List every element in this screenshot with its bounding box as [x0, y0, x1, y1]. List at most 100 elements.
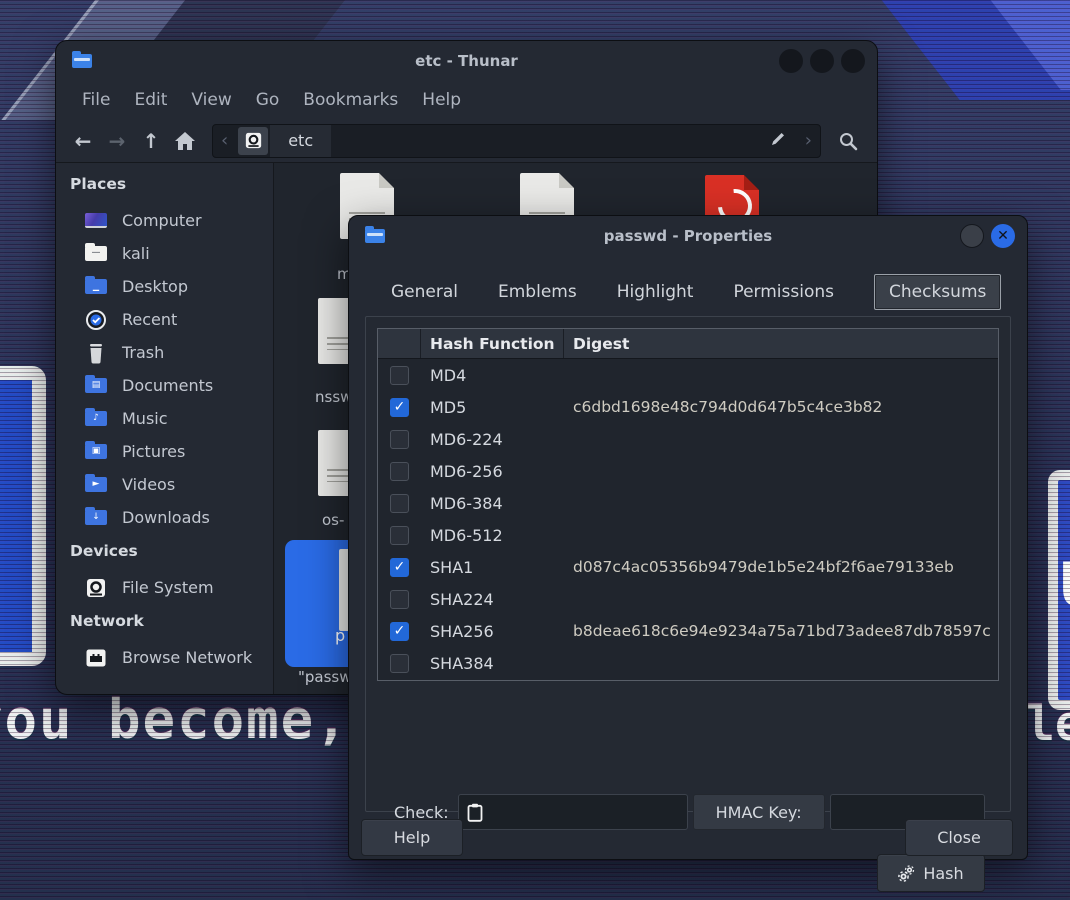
thunar-titlebar[interactable]: etc - Thunar — [56, 41, 877, 81]
window-title: etc - Thunar — [56, 52, 877, 70]
videos-folder-icon: ► — [85, 477, 107, 492]
hash-function-name: MD4 — [421, 366, 564, 385]
file-label[interactable]: nssw — [315, 388, 352, 406]
menu-file[interactable]: File — [82, 90, 110, 110]
maximize-button[interactable] — [810, 49, 834, 73]
hash-function-name: MD6-384 — [421, 494, 564, 513]
help-button[interactable]: Help — [361, 819, 463, 856]
tab-permissions[interactable]: Permissions — [733, 275, 834, 309]
properties-dialog: passwd - Properties ✕ General Emblems High… — [348, 215, 1028, 860]
hash-row-md6-256[interactable]: MD6-256 — [378, 455, 998, 487]
hash-row-md4[interactable]: MD4 — [378, 359, 998, 391]
sidebar-item-file-system[interactable]: File System — [70, 571, 273, 604]
hash-row-md6-512[interactable]: MD6-512 — [378, 519, 998, 551]
close-button[interactable]: Close — [905, 819, 1013, 856]
chevron-left-icon[interactable]: ‹ — [213, 130, 236, 151]
hash-checkbox-sha224[interactable] — [390, 590, 409, 609]
back-button[interactable]: ← — [68, 126, 98, 156]
forward-button[interactable]: → — [102, 126, 132, 156]
menu-go[interactable]: Go — [256, 90, 280, 110]
tab-emblems[interactable]: Emblems — [498, 275, 577, 309]
hash-digest-value: d087c4ac05356b9479de1b5e24bf2f6ae79133eb — [564, 558, 998, 576]
sidebar-header-network: Network — [70, 612, 273, 636]
check-input[interactable] — [458, 794, 688, 830]
sidebar-header-devices: Devices — [70, 542, 273, 566]
sidebar-item-kali[interactable]: —kali — [70, 237, 273, 270]
hash-digest-value: c6dbd1698e48c794d0d647b5c4ce3b82 — [564, 398, 998, 416]
hash-row-md5[interactable]: ✓MD5c6dbd1698e48c794d0d647b5c4ce3b82 — [378, 391, 998, 423]
hash-row-sha1[interactable]: ✓SHA1d087c4ac05356b9479de1b5e24bf2f6ae79… — [378, 551, 998, 583]
checkbox-column-header — [378, 329, 421, 358]
hash-checkbox-md6-512[interactable] — [390, 526, 409, 545]
hash-table[interactable]: Hash Function Digest MD4 ✓MD5c6dbd1698e48… — [377, 328, 999, 681]
dialog-titlebar[interactable]: passwd - Properties ✕ — [349, 216, 1027, 256]
hash-function-name: MD6-224 — [421, 430, 564, 449]
hash-row-md6-384[interactable]: MD6-384 — [378, 487, 998, 519]
hash-checkbox-sha256[interactable]: ✓ — [390, 622, 409, 641]
hash-row-sha224[interactable]: SHA224 — [378, 583, 998, 615]
music-folder-icon: ♪ — [85, 411, 107, 426]
hash-button[interactable]: Hash — [877, 854, 985, 892]
sidebar-item-label: Downloads — [122, 508, 210, 527]
trash-icon — [86, 342, 106, 364]
hash-checkbox-md4[interactable] — [390, 366, 409, 385]
sidebar-item-browse-network[interactable]: Browse Network — [70, 641, 273, 674]
hash-checkbox-sha1[interactable]: ✓ — [390, 558, 409, 577]
recent-clock-icon — [85, 309, 107, 331]
sidebar-item-label: kali — [122, 244, 150, 263]
sidebar-item-videos[interactable]: ►Videos — [70, 468, 273, 501]
hash-checkbox-md5[interactable]: ✓ — [390, 398, 409, 417]
menu-view[interactable]: View — [191, 90, 231, 110]
hash-function-name: MD6-512 — [421, 526, 564, 545]
network-icon — [86, 649, 106, 667]
up-button[interactable]: ↑ — [136, 126, 166, 156]
hash-row-md6-224[interactable]: MD6-224 — [378, 423, 998, 455]
close-button[interactable] — [841, 49, 865, 73]
sidebar-item-recent[interactable]: Recent — [70, 303, 273, 336]
checksums-tab-page: Hash Function Digest MD4 ✓MD5c6dbd1698e48… — [365, 316, 1011, 812]
minimize-button[interactable] — [779, 49, 803, 73]
path-crumb-etc[interactable]: etc — [270, 125, 331, 157]
hash-checkbox-sha384[interactable] — [390, 654, 409, 673]
digest-column-header: Digest — [564, 335, 998, 353]
sidebar-item-computer[interactable]: Computer — [70, 204, 273, 237]
gears-icon — [898, 865, 915, 882]
path-root-button[interactable] — [238, 127, 268, 155]
home-icon — [174, 131, 196, 151]
desktop-folder-icon: ▁ — [85, 279, 107, 294]
hash-row[interactable] — [378, 679, 998, 681]
hash-row-sha384[interactable]: SHA384 — [378, 647, 998, 679]
menu-bookmarks[interactable]: Bookmarks — [303, 90, 398, 110]
sidebar-item-trash[interactable]: Trash — [70, 336, 273, 369]
dialog-close-button[interactable]: ✕ — [991, 224, 1015, 248]
pictures-folder-icon: ▣ — [85, 444, 107, 459]
tab-highlight[interactable]: Highlight — [617, 275, 694, 309]
sidebar-item-label: Documents — [122, 376, 213, 395]
toolbar: ← → ↑ ‹ etc › — [56, 119, 877, 163]
menu-edit[interactable]: Edit — [134, 90, 167, 110]
search-button[interactable] — [833, 126, 863, 156]
sidebar-item-downloads[interactable]: ↓Downloads — [70, 501, 273, 534]
hash-row-sha256[interactable]: ✓SHA256b8deae618c6e94e9234a75a71bd73adee… — [378, 615, 998, 647]
hash-function-column-header: Hash Function — [421, 329, 564, 358]
chevron-right-icon[interactable]: › — [797, 130, 820, 151]
sidebar-item-pictures[interactable]: ▣Pictures — [70, 435, 273, 468]
tab-general[interactable]: General — [391, 275, 458, 309]
file-label[interactable]: os- — [322, 511, 344, 529]
edit-path-button[interactable] — [759, 130, 797, 152]
tab-bar: General Emblems Highlight Permissions Checks… — [391, 274, 1001, 310]
tab-checksums[interactable]: Checksums — [874, 274, 1001, 310]
sidebar-item-desktop[interactable]: ▁Desktop — [70, 270, 273, 303]
path-bar[interactable]: ‹ etc › — [212, 124, 821, 158]
sidebar-item-documents[interactable]: ▤Documents — [70, 369, 273, 402]
menu-help[interactable]: Help — [422, 90, 461, 110]
hash-checkbox-md6-224[interactable] — [390, 430, 409, 449]
sidebar-item-label: Recent — [122, 310, 177, 329]
sidebar-item-music[interactable]: ♪Music — [70, 402, 273, 435]
hmac-key-button[interactable]: HMAC Key: — [693, 794, 825, 830]
hash-table-header: Hash Function Digest — [378, 329, 998, 359]
dialog-aux-button[interactable] — [960, 224, 984, 248]
hash-checkbox-md6-256[interactable] — [390, 462, 409, 481]
home-button[interactable] — [170, 126, 200, 156]
hash-checkbox-md6-384[interactable] — [390, 494, 409, 513]
